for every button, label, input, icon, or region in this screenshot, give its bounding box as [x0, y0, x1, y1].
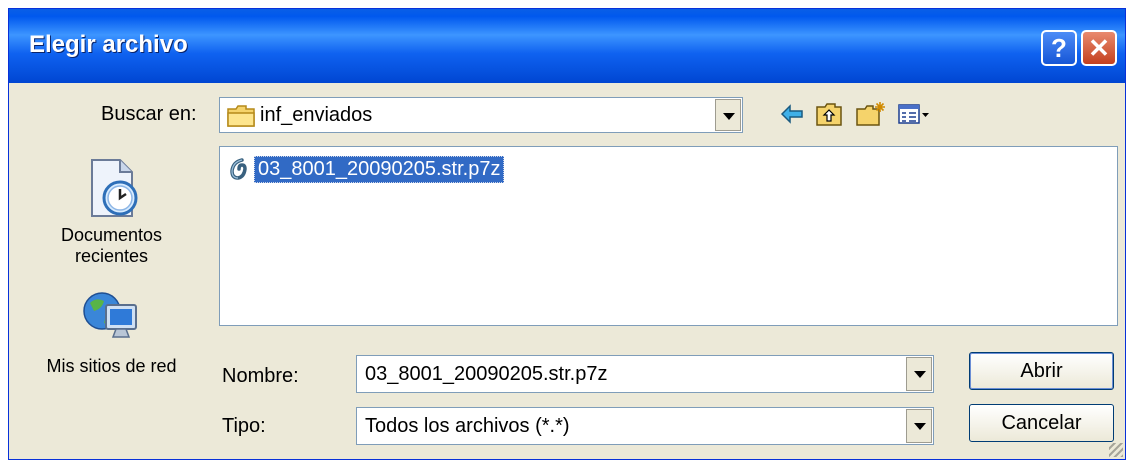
file-name-input[interactable]: 03_8001_20090205.str.p7z [365, 363, 607, 386]
file-list[interactable]: 03_8001_20090205.str.p7z [219, 146, 1118, 326]
file-type-combobox[interactable]: Todos los archivos (*.*) [356, 407, 934, 445]
recent-documents-icon [90, 159, 137, 217]
folder-icon [227, 105, 255, 127]
file-type-label: Tipo: [222, 415, 266, 437]
file-open-dialog: Elegir archivo ? ✕ Buscar en: inf_enviad… [8, 8, 1126, 460]
file-name-combobox[interactable]: 03_8001_20090205.str.p7z [356, 355, 934, 393]
file-type-dropdown-button[interactable] [906, 409, 932, 443]
up-folder-icon[interactable] [815, 101, 843, 127]
places-item-recent[interactable]: Documentos recientes [29, 156, 194, 267]
help-button[interactable]: ? [1041, 30, 1077, 66]
file-item[interactable]: 03_8001_20090205.str.p7z [228, 155, 505, 183]
look-in-label: Buscar en: [101, 103, 197, 125]
file-name: 03_8001_20090205.str.p7z [254, 155, 505, 183]
look-in-combobox[interactable]: inf_enviados [219, 97, 743, 133]
resize-grip[interactable] [1109, 443, 1123, 457]
new-folder-icon[interactable] [855, 101, 887, 127]
places-item-network[interactable]: Mis sitios de red [29, 287, 194, 377]
look-in-dropdown-button[interactable] [715, 99, 741, 131]
file-type-value: Todos los archivos (*.*) [365, 415, 570, 437]
network-places-icon [82, 292, 137, 338]
view-menu-icon[interactable] [897, 101, 933, 127]
places-label-network: Mis sitios de red [46, 356, 177, 376]
dialog-title: Elegir archivo [29, 31, 188, 58]
file-name-label: Nombre: [222, 365, 299, 387]
file-name-dropdown-button[interactable] [906, 357, 932, 391]
look-in-value: inf_enviados [260, 104, 373, 126]
places-label-recent-2: recientes [74, 246, 149, 266]
title-bar[interactable]: Elegir archivo ? ✕ [9, 9, 1125, 83]
p7z-file-icon [230, 158, 247, 180]
places-label-recent: Documentos [60, 225, 163, 245]
back-icon[interactable] [779, 101, 805, 127]
cancel-button[interactable]: Cancelar [969, 404, 1114, 442]
close-button[interactable]: ✕ [1081, 30, 1117, 66]
open-button[interactable]: Abrir [969, 352, 1114, 390]
